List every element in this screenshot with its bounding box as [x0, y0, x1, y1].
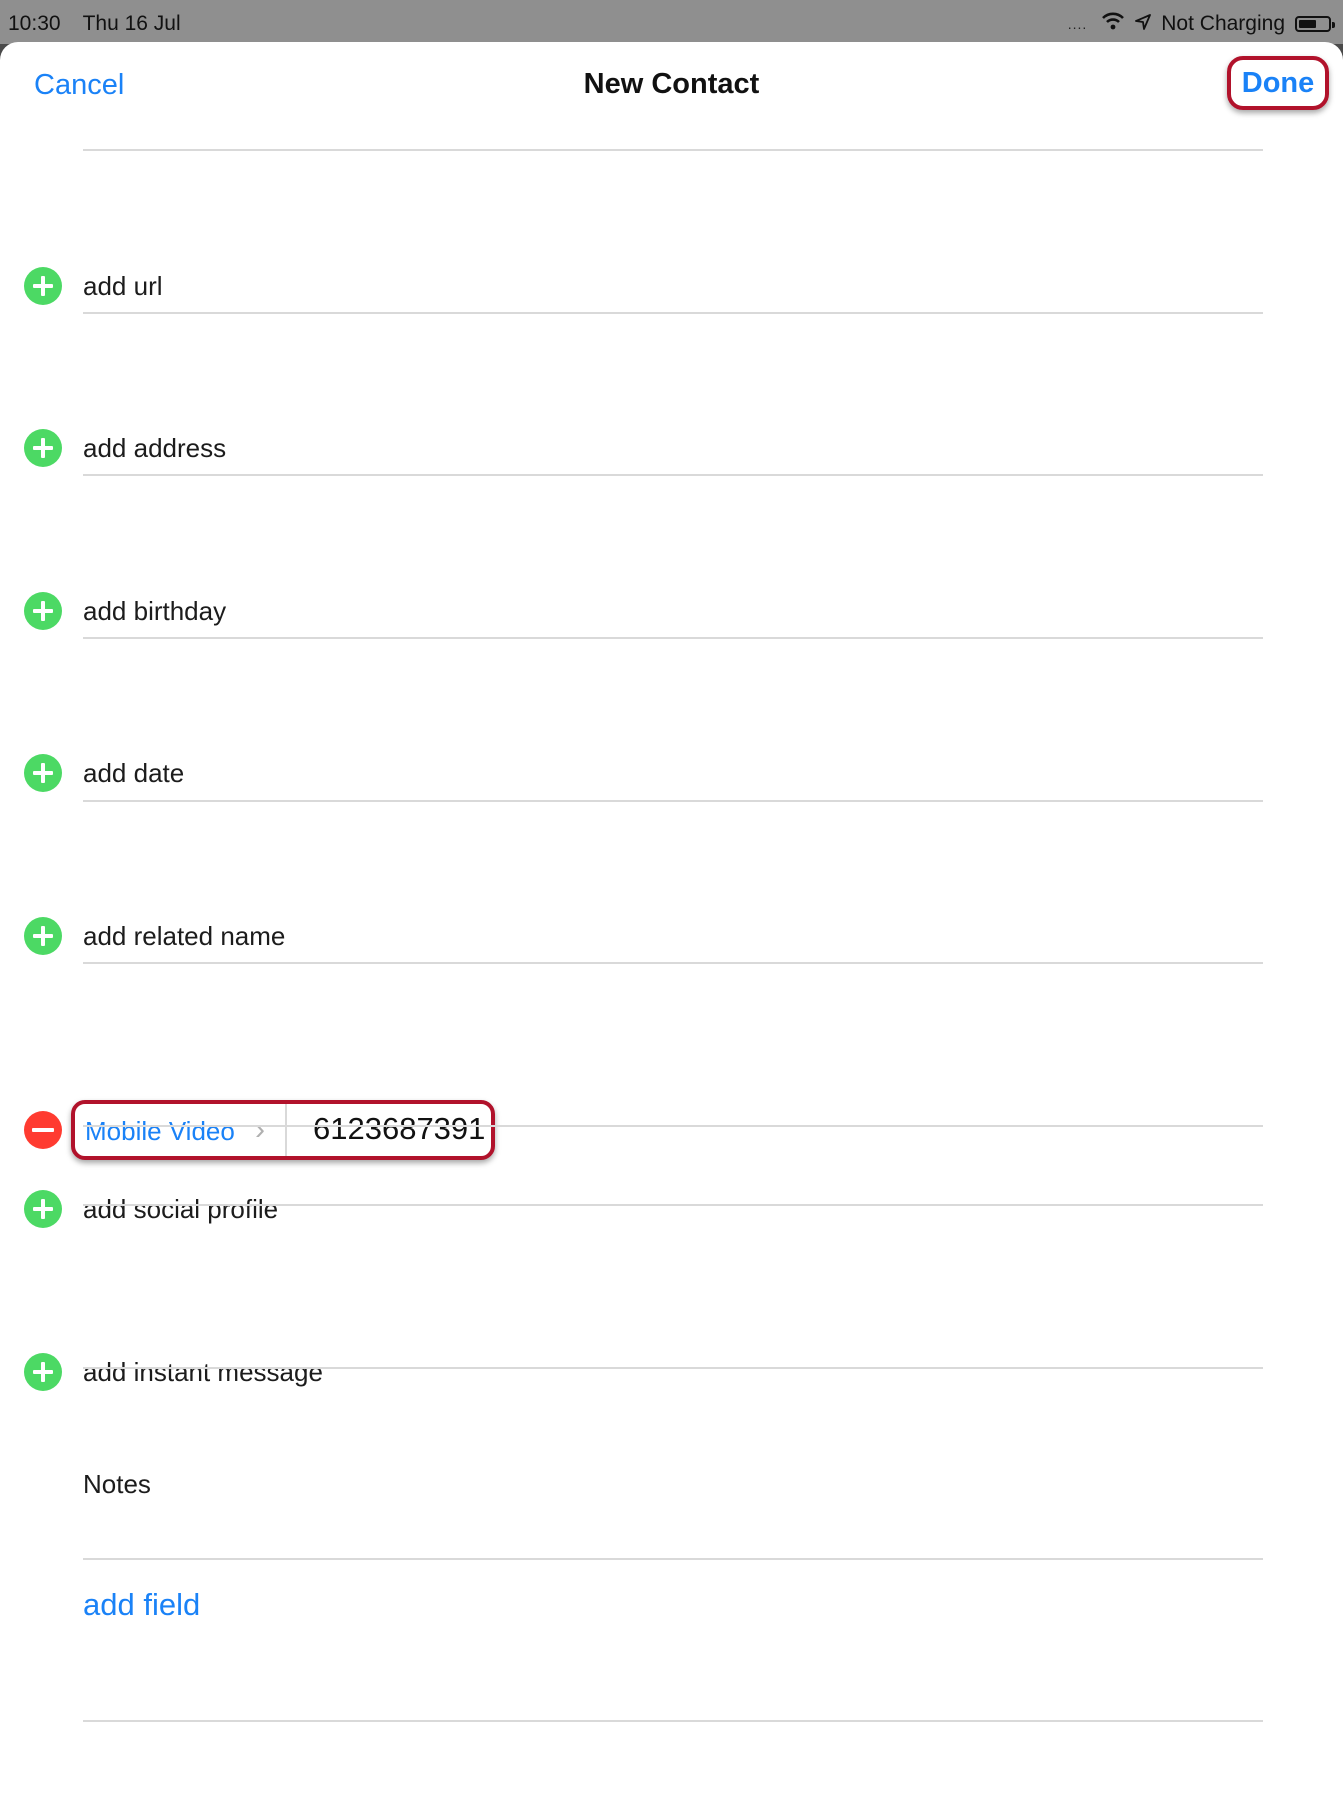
divider [83, 312, 1263, 314]
battery-icon [1295, 16, 1335, 32]
status-date: Thu 16 Jul [82, 12, 181, 35]
add-date-label: add date [83, 758, 185, 788]
divider [83, 149, 1263, 151]
divider [83, 800, 1263, 802]
divider [285, 1104, 287, 1156]
remove-icon[interactable] [24, 1111, 62, 1149]
add-date-row[interactable]: add date [0, 748, 1343, 798]
divider [83, 1367, 1263, 1369]
new-contact-sheet: Cancel New Contact Done add url add addr… [0, 42, 1343, 1801]
add-url-label: add url [83, 271, 163, 301]
divider [83, 1720, 1263, 1722]
chevron-right-icon[interactable]: › [255, 1113, 265, 1147]
wifi-icon [1101, 12, 1125, 36]
add-url-row[interactable]: add url [0, 261, 1343, 311]
add-related-name-row[interactable]: add related name [0, 911, 1343, 961]
notes-field[interactable]: Notes [83, 1469, 151, 1500]
charging-status: Not Charging [1161, 12, 1285, 35]
phone-number-field[interactable]: 6123687391 [313, 1111, 485, 1147]
add-social-profile-row[interactable]: add social profile [0, 1184, 1343, 1234]
add-address-label: add address [83, 433, 227, 463]
divider [83, 1204, 1263, 1206]
divider [83, 474, 1263, 476]
battery-level [1299, 20, 1316, 28]
done-button-label: Done [1241, 66, 1315, 99]
add-icon[interactable] [24, 917, 62, 955]
location-icon [1135, 12, 1152, 36]
add-instant-message-label: add instant message [83, 1357, 323, 1387]
add-icon[interactable] [24, 1190, 62, 1228]
status-time: 10:30 [8, 12, 61, 35]
add-icon[interactable] [24, 754, 62, 792]
add-birthday-row[interactable]: add birthday [0, 586, 1343, 636]
divider [83, 962, 1263, 964]
page-title: New Contact [583, 68, 760, 100]
add-address-row[interactable]: add address [0, 423, 1343, 473]
signal-icon: .... [1067, 16, 1088, 32]
add-related-name-label: add related name [83, 921, 286, 951]
add-instant-message-row[interactable]: add instant message [0, 1347, 1343, 1397]
divider [83, 1125, 1263, 1127]
phone-type-selector[interactable]: Mobile Video [85, 1116, 235, 1147]
divider [83, 1558, 1263, 1560]
add-social-profile-label: add social profile [83, 1194, 279, 1224]
divider [83, 637, 1263, 639]
phone-field-highlight: Mobile Video › 6123687391 [71, 1100, 495, 1160]
add-icon[interactable] [24, 1353, 62, 1391]
add-icon[interactable] [24, 592, 62, 630]
add-birthday-label: add birthday [83, 596, 227, 626]
add-icon[interactable] [24, 267, 62, 305]
status-bar: 10:30 Thu 16 Jul .... Not Charging [0, 0, 1343, 44]
done-button[interactable]: Done [1227, 56, 1329, 110]
add-field-button[interactable]: add field [83, 1587, 200, 1623]
add-icon[interactable] [24, 429, 62, 467]
